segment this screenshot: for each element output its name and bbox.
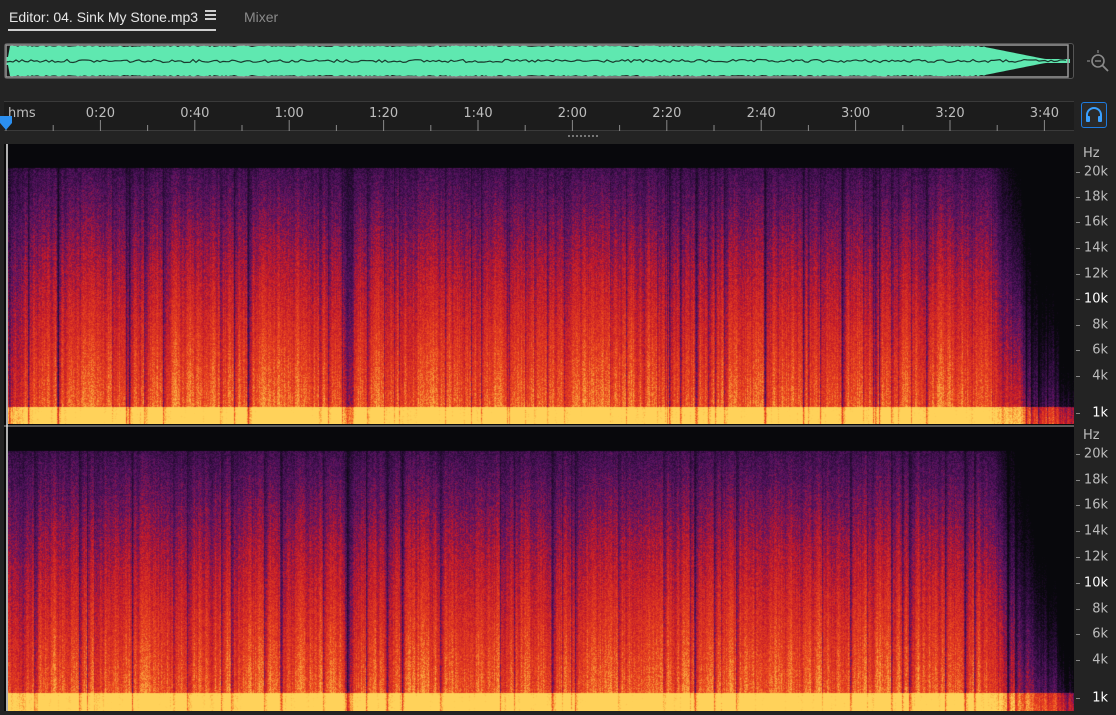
frequency-axis-label: 6k <box>1092 342 1108 358</box>
time-ruler-ticks <box>5 120 1045 131</box>
frequency-axis-tick <box>1076 222 1080 223</box>
frequency-axis-label: 8k <box>1092 317 1108 333</box>
frequency-axis-tick <box>1076 557 1080 559</box>
frequency-axis-tick <box>1076 504 1080 506</box>
frequency-axis: Hz 20k 18k 16k 14k 12k 10k 8k 6k 4k 1k Hz 20k 18k 16k… <box>1074 144 1116 711</box>
playhead-line <box>6 144 8 711</box>
time-ruler-label: 1:20 <box>368 106 399 121</box>
time-ruler-label: 3:20 <box>935 106 965 121</box>
frequency-axis-label: 20k <box>1083 164 1108 180</box>
time-ruler-label: 3:40 <box>1029 106 1059 121</box>
frequency-axis-label: 14k <box>1083 523 1108 539</box>
headphones-monitor-icon[interactable] <box>1081 102 1107 128</box>
frequency-axis-label: 4k <box>1092 368 1108 384</box>
time-ruler-label: 2:00 <box>557 106 587 121</box>
time-ruler-unit: hms <box>8 106 36 121</box>
time-ruler-label: 3:00 <box>840 106 871 121</box>
time-ruler-label: 2:40 <box>746 106 776 121</box>
frequency-axis-label: 6k <box>1092 626 1108 642</box>
frequency-axis-label: 10k <box>1083 575 1108 591</box>
frequency-axis-label: 1k <box>1092 690 1108 706</box>
panel-tab-bar: Editor: 04. Sink My Stone.mp3 Mixer <box>0 0 1116 34</box>
frequency-axis-tick <box>1076 248 1080 249</box>
overview-waveform[interactable] <box>4 43 1074 79</box>
frequency-axis-tick <box>1076 634 1080 636</box>
frequency-axis-label: 4k <box>1092 652 1108 668</box>
frequency-axis-tick <box>1076 325 1080 326</box>
time-ruler[interactable]: hms 0:20 0:40 1:00 1:20 1:40 2:00 2:20 2:40 3:00… <box>4 101 1074 131</box>
frequency-axis-label: 16k <box>1083 214 1108 230</box>
tab-mixer[interactable]: Mixer <box>244 8 278 26</box>
time-ruler-label: 1:40 <box>463 106 493 121</box>
frequency-axis-label: 16k <box>1083 497 1108 513</box>
frequency-axis-label: 1k <box>1092 405 1108 421</box>
frequency-axis-tick <box>1076 582 1080 584</box>
frequency-axis-label: 18k <box>1083 472 1108 488</box>
frequency-axis-label: 14k <box>1083 240 1108 256</box>
overview-waveform-graphic <box>5 44 1070 78</box>
frequency-axis-label: 20k <box>1083 446 1108 462</box>
time-ruler-label: 2:20 <box>652 106 682 121</box>
frequency-axis-tick <box>1076 350 1080 351</box>
frequency-axis-tick <box>1076 274 1080 275</box>
frequency-axis-label: 10k <box>1083 291 1108 307</box>
frequency-axis-tick <box>1076 608 1080 610</box>
active-tab-indicator <box>8 29 216 31</box>
frequency-axis-label: 12k <box>1083 266 1108 282</box>
time-ruler-label: 1:00 <box>274 106 304 121</box>
spectrogram-channel-right[interactable] <box>8 427 1076 711</box>
tab-editor[interactable]: Editor: 04. Sink My Stone.mp3 <box>9 8 198 26</box>
playhead-marker-icon[interactable] <box>0 116 12 130</box>
spectral-frequency-display[interactable] <box>4 144 1076 711</box>
frequency-axis-tick <box>1076 531 1080 533</box>
frequency-axis-tick <box>1076 660 1080 662</box>
frequency-axis-tick <box>1076 197 1080 198</box>
resize-grip-icon[interactable] <box>568 135 600 139</box>
frequency-axis-tick <box>1076 479 1080 481</box>
spectrogram-channel-left[interactable] <box>8 144 1076 424</box>
frequency-axis-unit: Hz <box>1083 146 1100 161</box>
overview-waveform-fill <box>6 45 1070 77</box>
frequency-axis-tick <box>1076 454 1080 456</box>
frequency-axis-tick <box>1076 413 1080 414</box>
zoom-magnifier-icon[interactable] <box>1087 50 1111 74</box>
frequency-axis-tick <box>1076 697 1080 699</box>
frequency-axis-tick <box>1076 376 1080 377</box>
time-ruler-label: 0:40 <box>180 106 210 121</box>
time-ruler-label: 0:20 <box>85 106 115 121</box>
frequency-axis-label: 18k <box>1083 189 1108 205</box>
frequency-axis-label: 8k <box>1092 601 1108 617</box>
frequency-axis-tick <box>1076 299 1080 300</box>
frequency-axis-label: 12k <box>1083 549 1108 565</box>
frequency-axis-tick <box>1076 172 1080 173</box>
frequency-axis-unit: Hz <box>1083 428 1100 443</box>
hamburger-menu-icon[interactable] <box>205 10 216 20</box>
